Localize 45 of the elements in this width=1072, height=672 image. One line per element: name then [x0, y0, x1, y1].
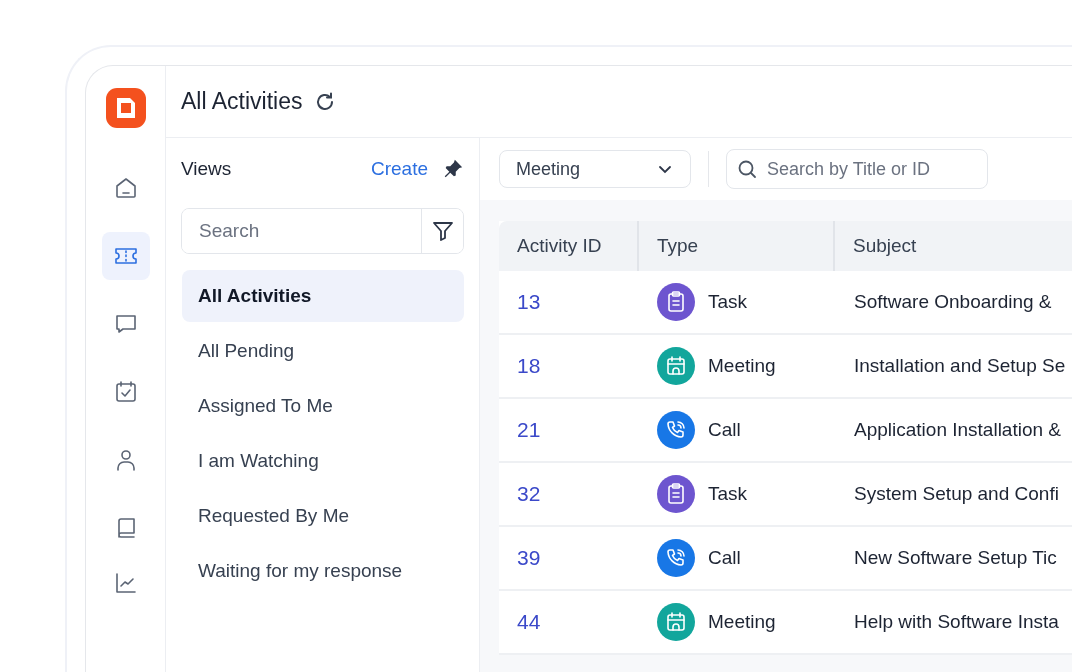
activity-subject: Help with Software Insta: [854, 611, 1059, 633]
page-title: All Activities: [181, 88, 303, 115]
activity-subject: Software Onboarding &: [854, 291, 1052, 313]
create-link[interactable]: Create: [370, 158, 428, 180]
filter-button[interactable]: [421, 209, 463, 253]
activity-id-link[interactable]: 18: [517, 354, 541, 378]
pin-icon[interactable]: [442, 158, 464, 180]
activity-id-link[interactable]: 13: [517, 290, 541, 314]
search-bar[interactable]: Search: [181, 208, 464, 254]
view-item[interactable]: Requested By Me: [182, 490, 464, 542]
view-item[interactable]: All Activities: [182, 270, 464, 322]
activity-type: Meeting: [708, 355, 776, 377]
activity-type: Call: [708, 419, 741, 441]
calendar-headset-icon: [657, 347, 695, 385]
activity-subject: Installation and Setup Se: [854, 355, 1066, 377]
nav-button[interactable]: [101, 232, 150, 280]
phone-icon: [657, 411, 695, 449]
activity-subject: System Setup and Confi: [854, 483, 1059, 505]
type-dropdown[interactable]: Meeting: [499, 150, 691, 188]
activity-subject: Application Installation &: [854, 419, 1061, 441]
column-header[interactable]: Subject: [835, 221, 1072, 271]
views-heading: Views: [181, 158, 233, 180]
activity-id-link[interactable]: 39: [517, 546, 541, 570]
view-item[interactable]: Assigned To Me: [182, 380, 464, 432]
activity-type: Meeting: [708, 611, 776, 633]
activity-id-link[interactable]: 32: [517, 482, 541, 506]
logo-icon[interactable]: [105, 88, 146, 128]
activity-subject: New Software Setup Tic: [854, 547, 1057, 569]
activity-type: Task: [708, 291, 748, 313]
search-icon: [737, 159, 757, 179]
column-header[interactable]: Type: [639, 221, 835, 271]
filter-icon: [430, 219, 455, 243]
calendar-headset-icon: [657, 603, 695, 641]
view-item[interactable]: I am Watching: [182, 435, 464, 487]
phone-icon: [657, 539, 695, 577]
activity-id-link[interactable]: 44: [517, 610, 541, 634]
column-header[interactable]: Activity ID: [499, 221, 639, 271]
view-item[interactable]: Waiting for my response: [182, 545, 464, 597]
activity-type: Call: [708, 547, 741, 569]
view-item[interactable]: All Pending: [182, 325, 464, 377]
search-bar[interactable]: Search by Title or ID: [726, 149, 988, 189]
activity-type: Task: [708, 483, 748, 505]
clipboard-icon: [657, 475, 695, 513]
clipboard-icon: [657, 283, 695, 321]
activity-id-link[interactable]: 21: [517, 418, 541, 442]
